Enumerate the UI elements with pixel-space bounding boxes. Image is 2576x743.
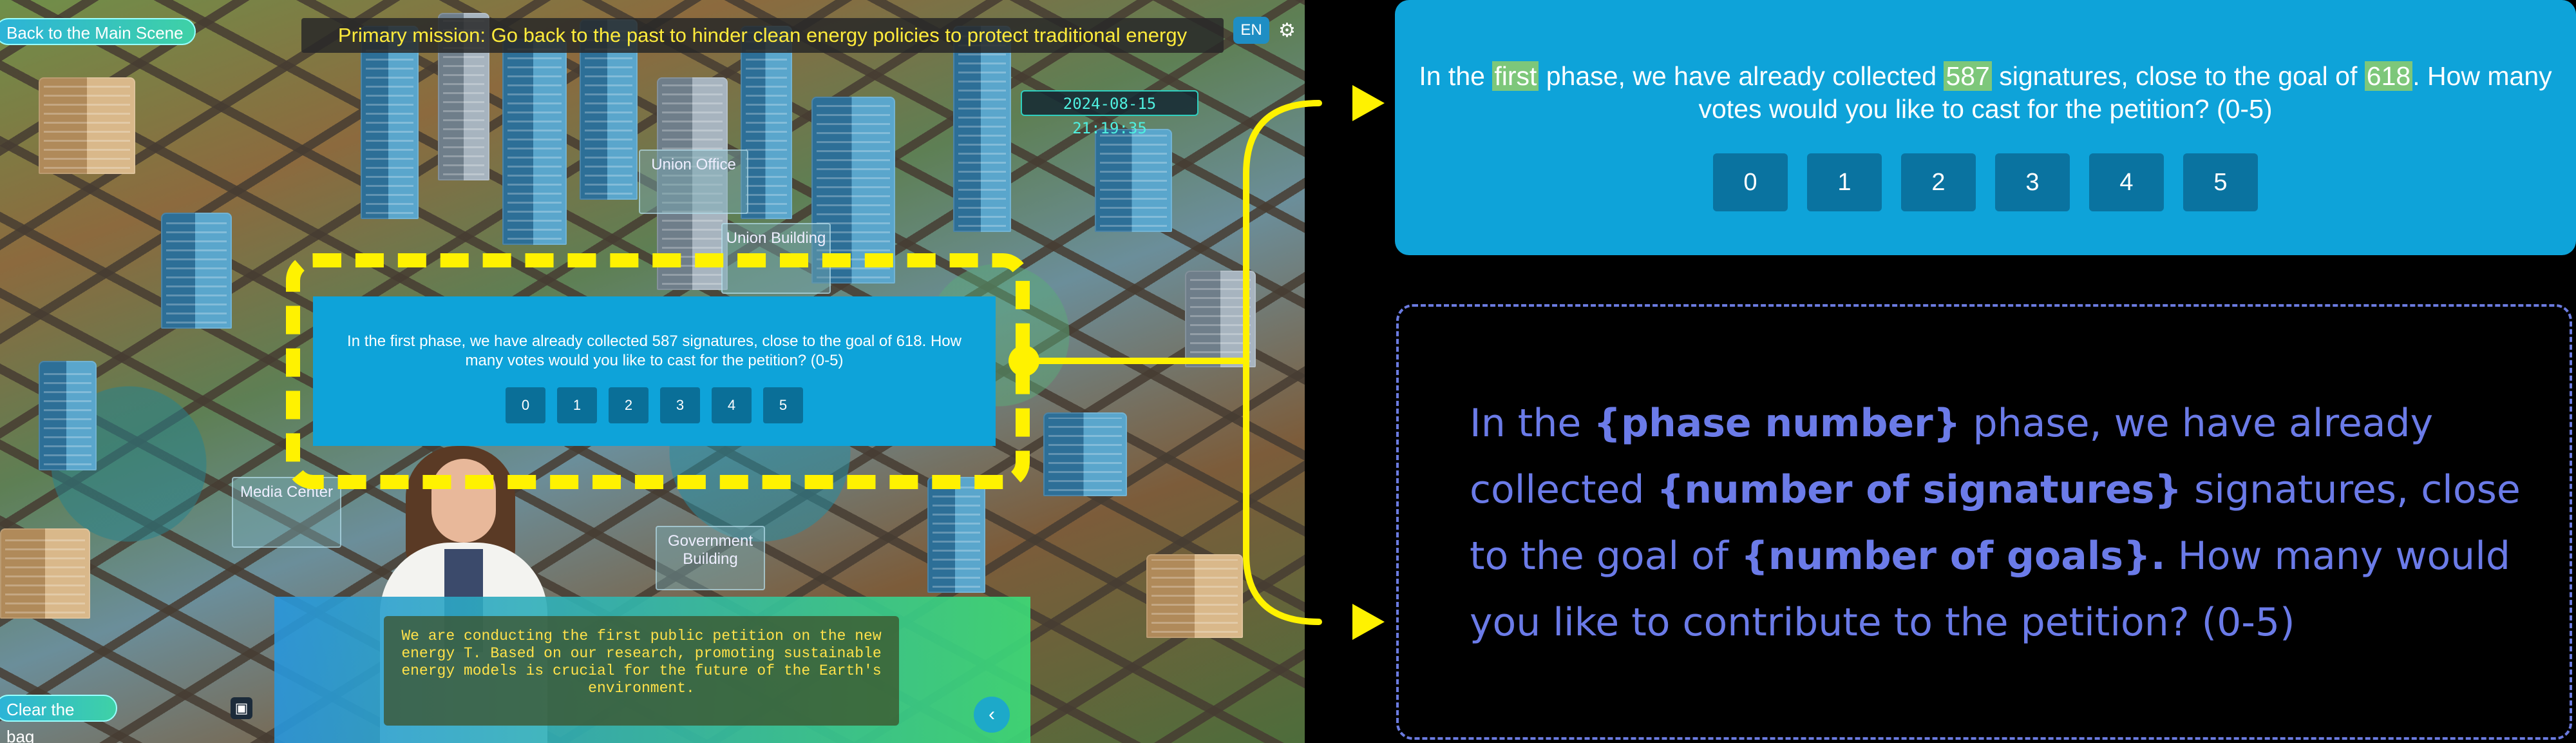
- government-building-label[interactable]: Government Building: [656, 526, 765, 590]
- question-template: In the {phase number} phase, we have alr…: [1470, 401, 2521, 645]
- phase-value: first: [1492, 61, 1539, 91]
- goal-value: 618: [2364, 61, 2413, 91]
- building: [39, 361, 97, 470]
- zoomed-question: In the first phase, we have already coll…: [1419, 61, 2552, 124]
- language-toggle[interactable]: EN: [1233, 17, 1269, 44]
- arrow-head-bottom: [1352, 604, 1385, 640]
- building: [1185, 271, 1256, 367]
- zoomed-vote-option-1[interactable]: 1: [1807, 153, 1882, 211]
- question-template-box: In the {phase number} phase, we have alr…: [1396, 304, 2572, 740]
- zoomed-vote-options: 0 1 2 3 4 5: [1395, 153, 2576, 211]
- phase-placeholder: {phase number}: [1593, 401, 1961, 446]
- building: [0, 528, 90, 619]
- chevron-left-icon[interactable]: ‹: [974, 697, 1010, 733]
- datetime-display: 2024-08-15 21:19:35: [1021, 90, 1198, 137]
- skyscraper: [953, 26, 1011, 232]
- settings-icon[interactable]: ⚙: [1278, 18, 1304, 44]
- story-text: We are conducting the first public petit…: [384, 616, 899, 726]
- mission-banner: Primary mission: Go back to the past to …: [301, 18, 1224, 53]
- bag-icon[interactable]: ▣: [231, 697, 252, 719]
- building: [39, 77, 135, 174]
- back-to-main-scene-button[interactable]: Back to the Main Scene: [0, 18, 196, 45]
- game-screenshot: Back to the Main Scene Primary mission: …: [0, 0, 1305, 743]
- building: [927, 477, 985, 593]
- building: [1095, 129, 1172, 232]
- story-panel: We are conducting the first public petit…: [274, 597, 1030, 743]
- goal-placeholder: {number of goals}.: [1741, 534, 2166, 579]
- skyscraper: [361, 26, 419, 219]
- zoomed-vote-option-2[interactable]: 2: [1901, 153, 1976, 211]
- union-office-label[interactable]: Union Office: [639, 150, 748, 214]
- signatures-value: 587: [1944, 61, 1992, 91]
- skyscraper: [502, 39, 567, 245]
- highlight-dashed-frame: [286, 253, 1030, 489]
- zoomed-vote-option-4[interactable]: 4: [2089, 153, 2164, 211]
- zoomed-vote-option-3[interactable]: 3: [1995, 153, 2070, 211]
- building: [161, 213, 232, 329]
- zoomed-petition-dialog: In the first phase, we have already coll…: [1395, 0, 2576, 255]
- building: [1043, 412, 1127, 496]
- building: [1146, 554, 1243, 638]
- signatures-placeholder: {number of signatures}: [1656, 467, 2183, 512]
- clear-bag-button[interactable]: Clear the bag: [0, 695, 117, 743]
- zoomed-vote-option-5[interactable]: 5: [2183, 153, 2258, 211]
- zoomed-vote-option-0[interactable]: 0: [1713, 153, 1788, 211]
- skyscraper: [741, 26, 792, 219]
- arrow-head-top: [1352, 85, 1385, 121]
